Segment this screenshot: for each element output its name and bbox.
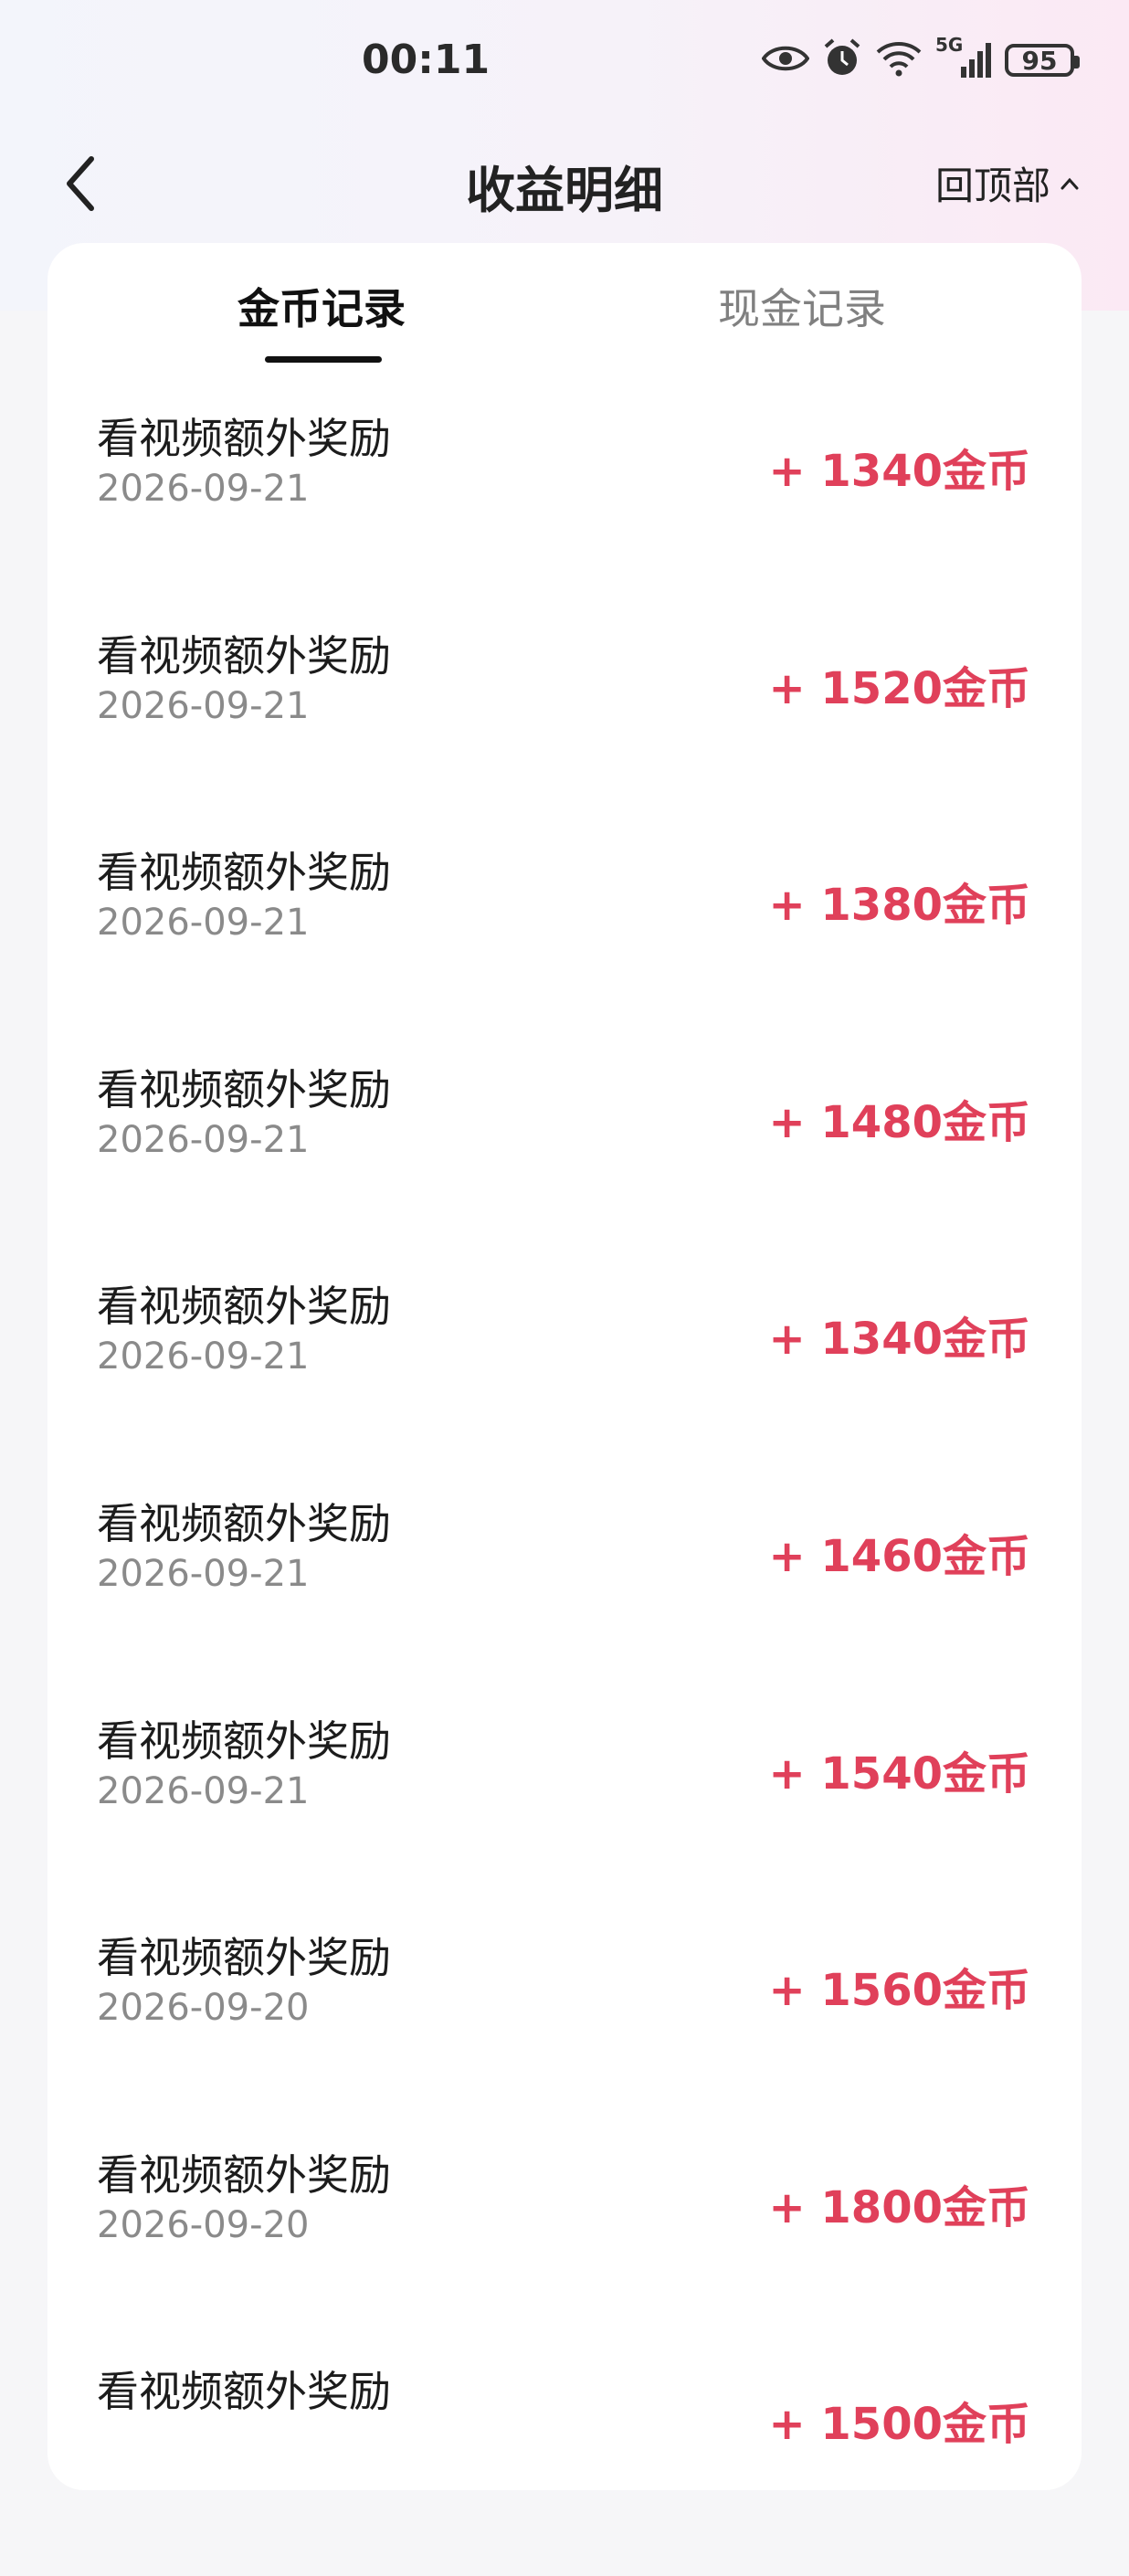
status-time: 00:11 <box>362 37 491 83</box>
record-title: 看视频额外奖励 <box>97 1716 391 1766</box>
list-item[interactable]: 看视频额外奖励 2026-09-21 + 1540金币 <box>47 1708 1082 1926</box>
tab-coin-records[interactable]: 金币记录 <box>237 276 406 336</box>
eye-icon <box>761 42 810 79</box>
record-title: 看视频额外奖励 <box>97 1933 391 1983</box>
record-date: 2026-09-21 <box>97 684 310 727</box>
record-amount: + 1800金币 <box>768 2181 1030 2233</box>
status-bar: 00:11 5G 95 <box>0 0 1129 128</box>
record-amount: + 1340金币 <box>768 446 1030 497</box>
record-title: 看视频额外奖励 <box>97 630 391 681</box>
record-title: 看视频额外奖励 <box>97 2367 391 2417</box>
record-title: 看视频额外奖励 <box>97 848 391 898</box>
list-item[interactable]: 看视频额外奖励 2026-09-20 + 1560金币 <box>47 1925 1082 2142</box>
record-date: 2026-09-21 <box>97 1336 310 1378</box>
record-title: 看视频额外奖励 <box>97 2149 391 2200</box>
back-to-top-label: 回顶部 <box>934 164 1050 208</box>
battery-icon: 95 <box>1005 44 1080 77</box>
record-date: 2026-09-21 <box>97 1552 310 1595</box>
records-card: 金币记录 现金记录 看视频额外奖励 2026-09-21 + 1340金币 看视… <box>47 243 1082 2490</box>
record-date: 2026-09-20 <box>97 2203 310 2246</box>
record-title: 看视频额外奖励 <box>97 1498 391 1548</box>
list-item[interactable]: 看视频额外奖励 2026-09-21 + 1520金币 <box>47 623 1082 840</box>
list-item[interactable]: 看视频额外奖励 2026-09-21 + 1340金币 <box>47 1273 1082 1491</box>
record-amount: + 1460金币 <box>768 1530 1030 1582</box>
record-title: 看视频额外奖励 <box>97 1064 391 1114</box>
tab-cash-records[interactable]: 现金记录 <box>718 276 886 336</box>
chevron-up-icon <box>1060 177 1079 189</box>
record-amount: + 1480金币 <box>768 1096 1030 1148</box>
list-item[interactable]: 看视频额外奖励 2026-09-21 + 1340金币 <box>47 406 1082 623</box>
record-title: 看视频额外奖励 <box>97 1282 391 1332</box>
list-item[interactable]: 看视频额外奖励 + 1500金币 <box>47 2359 1082 2576</box>
status-icons: 5G 95 <box>761 34 1080 84</box>
alarm-icon <box>822 37 862 83</box>
list-item[interactable]: 看视频额外奖励 2026-09-20 + 1800金币 <box>47 2142 1082 2360</box>
record-date: 2026-09-21 <box>97 902 310 945</box>
record-date: 2026-09-21 <box>97 468 310 510</box>
record-amount: + 1560金币 <box>768 1965 1030 2017</box>
list-item[interactable]: 看视频额外奖励 2026-09-21 + 1380金币 <box>47 839 1082 1057</box>
back-to-top-button[interactable]: 回顶部 <box>935 155 1080 211</box>
record-date: 2026-09-21 <box>97 1118 310 1161</box>
record-amount: + 1520金币 <box>768 662 1030 714</box>
record-amount: + 1380金币 <box>768 880 1030 932</box>
record-date: 2026-09-20 <box>97 1987 310 2030</box>
record-date: 2026-09-21 <box>97 1769 310 1812</box>
tab-bar: 金币记录 现金记录 <box>47 243 1082 371</box>
record-amount: + 1340金币 <box>768 1314 1030 1366</box>
record-list: 看视频额外奖励 2026-09-21 + 1340金币 看视频额外奖励 2026… <box>47 406 1082 2576</box>
record-amount: + 1500金币 <box>768 2399 1030 2451</box>
active-tab-indicator <box>265 356 382 363</box>
list-item[interactable]: 看视频额外奖励 2026-09-21 + 1480金币 <box>47 1057 1082 1274</box>
signal-icon: 5G <box>935 34 992 81</box>
wifi-icon <box>875 40 923 80</box>
record-amount: + 1540金币 <box>768 1747 1030 1800</box>
list-item[interactable]: 看视频额外奖励 2026-09-21 + 1460金币 <box>47 1491 1082 1708</box>
record-title: 看视频额外奖励 <box>97 414 391 463</box>
nav-bar: 收益明细 回顶部 <box>0 137 1129 228</box>
battery-level: 95 <box>1021 45 1058 76</box>
